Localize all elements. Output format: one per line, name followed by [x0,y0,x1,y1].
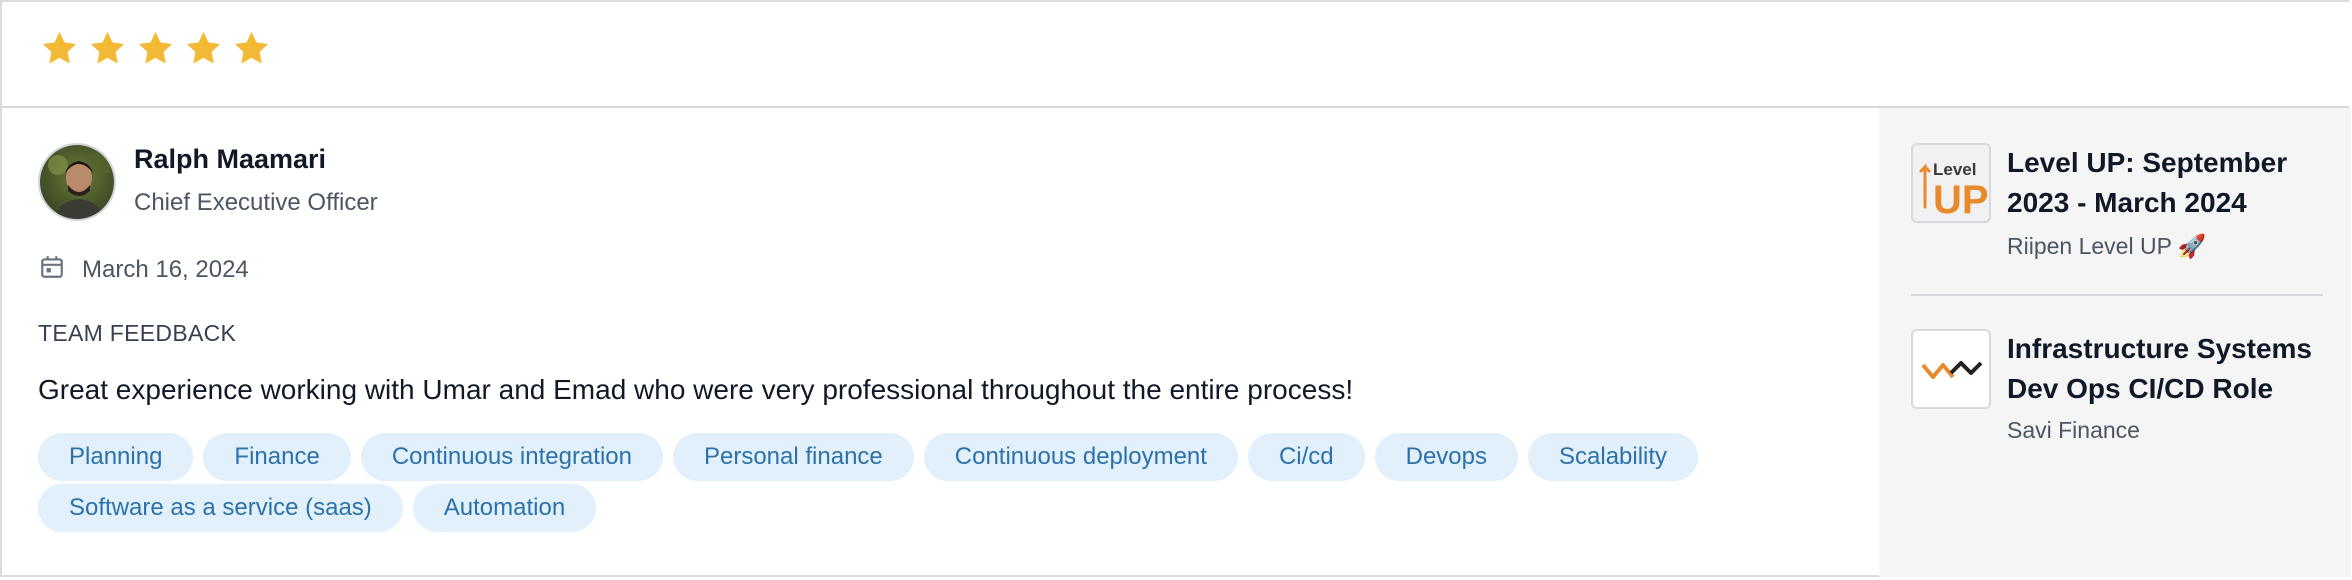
rating-bar [2,2,2349,108]
svg-text:Level: Level [1933,160,1976,179]
skill-tag[interactable]: Automation [412,484,597,532]
skill-tag[interactable]: Ci/cd [1247,433,1365,481]
divider [1911,294,2323,296]
project-item-level-up[interactable]: Level UP Level UP: September 2023 - Marc… [1911,143,2331,283]
review-text: Great experience working with Umar and E… [38,374,1354,405]
star-icon [90,31,125,64]
svg-text:UP: UP [1933,178,1989,221]
project-company: Savi Finance [2007,417,2140,443]
tag-row: Software as a service (saas) Automation [38,484,1838,532]
savi-finance-logo [1911,329,1991,409]
star-icon [186,31,221,64]
star-icon [234,31,269,64]
reviewer-name: Ralph Maamari [134,144,327,174]
skill-tag[interactable]: Finance [203,433,351,481]
related-projects-sidebar: Level UP Level UP: September 2023 - Marc… [1879,108,2351,577]
skill-tag[interactable]: Continuous integration [360,433,663,481]
skill-tag[interactable]: Software as a service (saas) [38,484,403,532]
star-icon [42,31,77,64]
skill-tag[interactable]: Devops [1374,433,1518,481]
project-title[interactable]: Infrastructure Systems Dev Ops CI/CD Rol… [2007,329,2337,409]
review-card: Ralph Maamari Chief Executive Officer Ma… [0,0,2351,577]
review-date: March 16, 2024 [82,255,249,283]
review-date-row: March 16, 2024 [39,254,249,285]
skill-tag[interactable]: Planning [38,433,194,481]
project-item-savi-finance[interactable]: Infrastructure Systems Dev Ops CI/CD Rol… [1911,329,2331,469]
calendar-icon [39,254,65,285]
project-title[interactable]: Level UP: September 2023 - March 2024 [2007,143,2337,223]
skill-tag[interactable]: Scalability [1528,433,1699,481]
level-up-logo: Level UP [1911,143,1991,223]
star-rating [40,29,271,68]
project-company: Riipen Level UP 🚀 [2007,233,2207,259]
skill-tags: Planning Finance Continuous integration … [38,433,1838,535]
section-heading: TEAM FEEDBACK [38,320,237,346]
reviewer-title: Chief Executive Officer [134,189,378,216]
skill-tag[interactable]: Continuous deployment [923,433,1238,481]
tag-row: Planning Finance Continuous integration … [38,433,1838,481]
skill-tag[interactable]: Personal finance [672,433,914,481]
review-content: Ralph Maamari Chief Executive Officer Ma… [2,108,1879,577]
avatar [38,143,116,221]
star-icon [138,31,173,64]
